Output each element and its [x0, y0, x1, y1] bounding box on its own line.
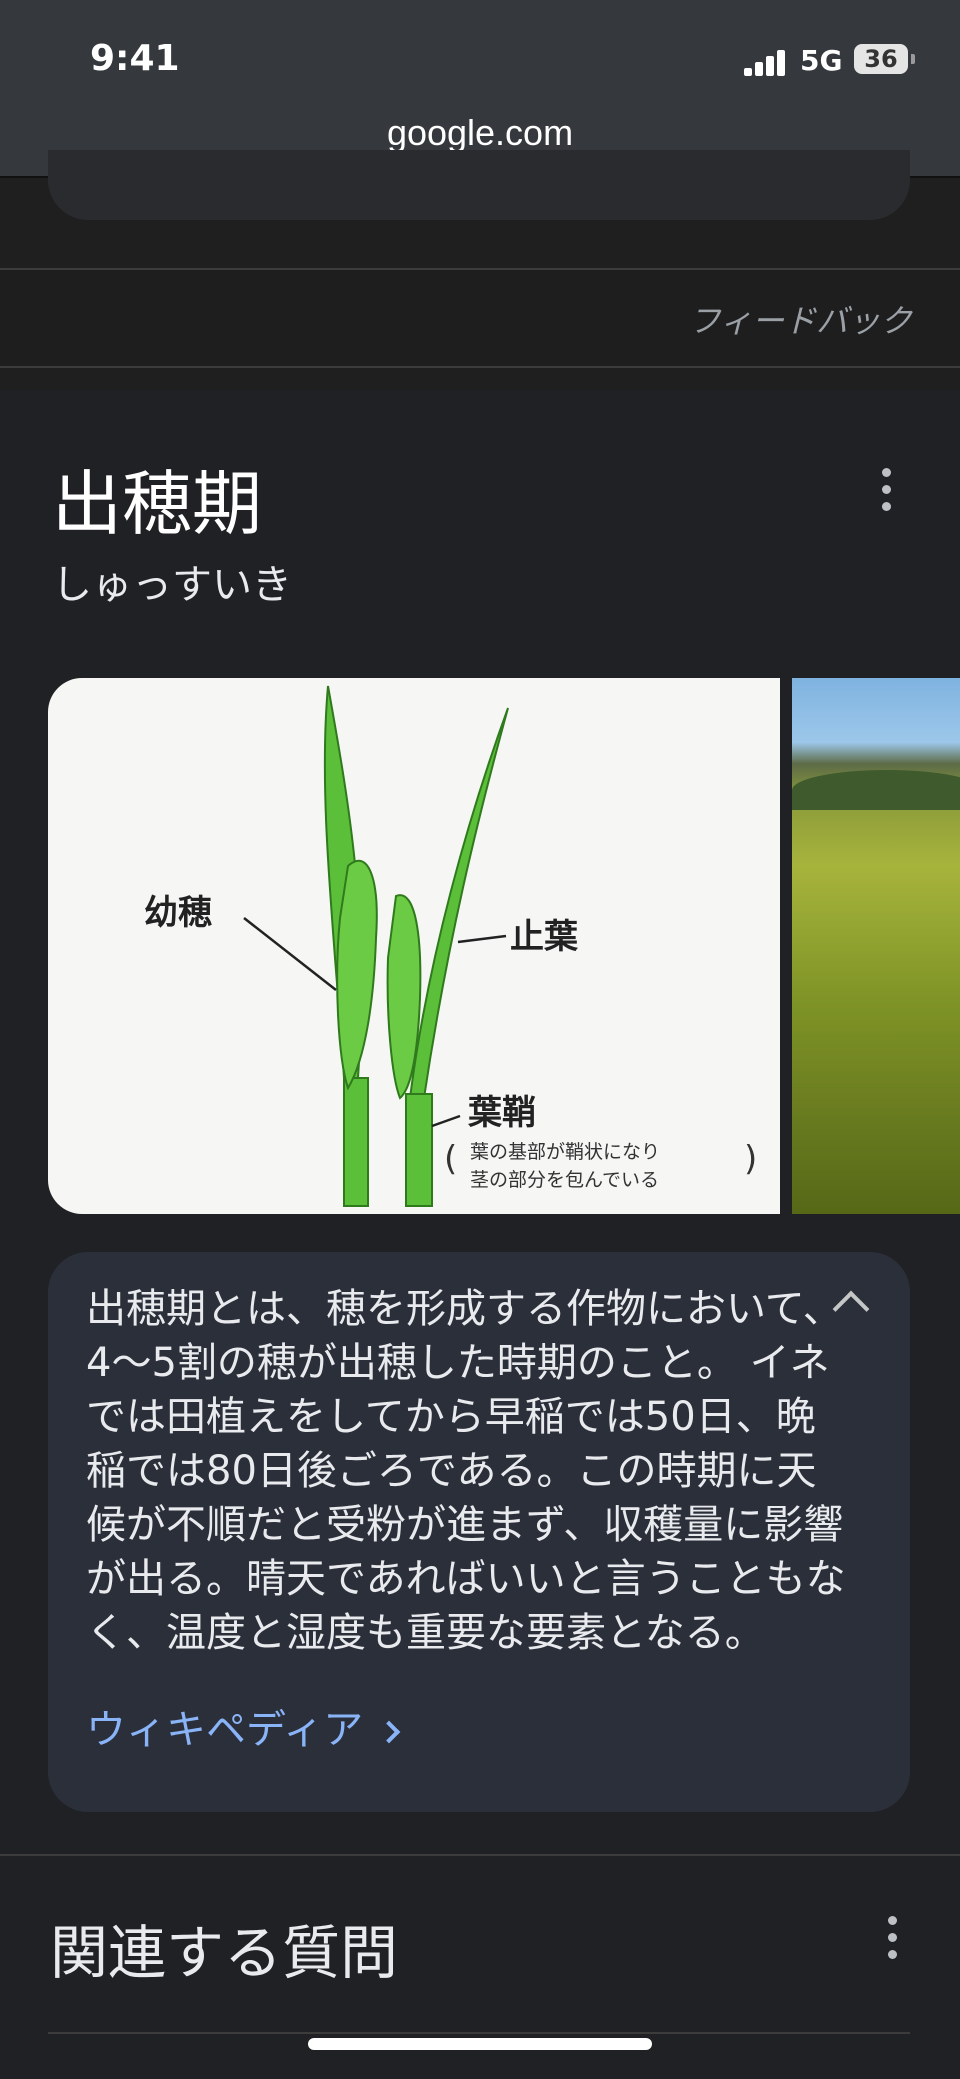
divider	[0, 366, 960, 368]
more-options-icon[interactable]	[884, 1916, 900, 1960]
battery-icon: 36	[854, 44, 915, 74]
rice-heading-diagram[interactable]: 幼穂 止葉 葉鞘 ( ) 葉の基部が鞘状になり 茎の部分を包んでいる	[48, 678, 780, 1214]
rice-field-photo[interactable]	[792, 678, 960, 1214]
cellular-signal-icon	[744, 48, 788, 76]
label-flag-leaf: 止葉	[510, 917, 579, 957]
wikipedia-link-label: ウィキペディア	[86, 1707, 364, 1753]
label-leaf-sheath: 葉鞘	[467, 1093, 536, 1133]
label-sheath-note-1: 葉の基部が鞘状になり	[470, 1141, 660, 1163]
more-options-icon[interactable]	[878, 468, 894, 512]
label-young-panicle: 幼穂	[144, 893, 212, 933]
svg-text:(: (	[444, 1139, 457, 1179]
address-bar-url[interactable]: google.com	[0, 112, 960, 154]
wikipedia-link[interactable]: ウィキペディア	[86, 1697, 401, 1755]
description-text: 出穂期とは、穂を形成する作物において、4〜5割の穂が出穂した時期のこと。 イネで…	[86, 1286, 846, 1656]
home-indicator[interactable]	[308, 2038, 652, 2050]
knowledge-panel: 出穂期 しゅっすいき 幼穂 止葉 葉鞘 () 葉の基部が鞘状になり 茎の部分を…	[0, 390, 960, 1860]
description-card: 出穂期とは、穂を形成する作物において、4〜5割の穂が出穂した時期のこと。 イネで…	[48, 1252, 910, 1812]
previous-result-card	[48, 150, 910, 220]
label-sheath-note-2: 茎の部分を包んでいる	[470, 1169, 659, 1191]
divider	[48, 2032, 910, 2034]
image-carousel[interactable]: 幼穂 止葉 葉鞘 ( ) 葉の基部が鞘状になり 茎の部分を包んでいる	[48, 678, 960, 1214]
svg-text:): )	[744, 1139, 757, 1179]
panel-title: 出穂期	[52, 463, 262, 545]
chevron-right-icon	[377, 1720, 401, 1744]
status-time: 9:41	[90, 38, 180, 79]
feedback-row: フィードバック	[0, 270, 960, 368]
feedback-link[interactable]: フィードバック	[689, 296, 912, 342]
panel-reading: しゅっすいき	[52, 562, 292, 608]
related-questions-title: 関連する質問	[50, 1919, 399, 1987]
network-type: 5G	[800, 44, 843, 77]
